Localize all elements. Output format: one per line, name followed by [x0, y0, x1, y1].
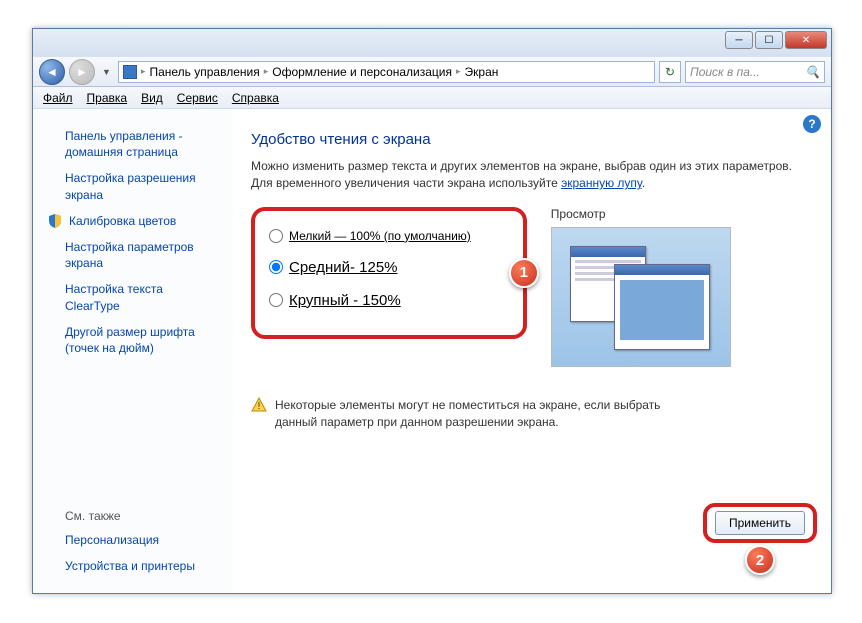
- menu-view[interactable]: Вид: [141, 91, 163, 105]
- menu-help[interactable]: Справка: [232, 91, 279, 105]
- menu-file[interactable]: Файл: [43, 91, 73, 105]
- radio-small-input[interactable]: [269, 229, 283, 243]
- breadcrumb-appearance[interactable]: Оформление и персонализация: [272, 65, 452, 79]
- address-bar: ◄ ► ▼ ▸ Панель управления ▸ Оформление и…: [33, 57, 831, 87]
- history-dropdown-icon[interactable]: ▼: [99, 67, 114, 77]
- sidebar-personalization[interactable]: Персонализация: [65, 532, 217, 548]
- sidebar-cleartype[interactable]: Настройка текста ClearType: [65, 281, 217, 313]
- sidebar-adjust[interactable]: Настройка параметров экрана: [65, 239, 217, 271]
- sidebar-fontsize[interactable]: Другой размер шрифта (точек на дюйм): [65, 324, 217, 356]
- sidebar-home[interactable]: Панель управления - домашняя страница: [65, 128, 217, 160]
- warning-row: ! Некоторые элементы могут не поместитьс…: [251, 397, 813, 431]
- sidebar-resolution[interactable]: Настройка разрешения экрана: [65, 170, 217, 202]
- sidebar-devices[interactable]: Устройства и принтеры: [65, 558, 217, 574]
- window: ─ ☐ ✕ ◄ ► ▼ ▸ Панель управления ▸ Оформл…: [32, 28, 832, 594]
- radio-medium-label: Средний- 125%: [289, 259, 398, 276]
- minimize-button[interactable]: ─: [725, 31, 753, 49]
- menu-edit[interactable]: Правка: [87, 91, 128, 105]
- radio-large-label: Крупный - 150%: [289, 292, 401, 309]
- breadcrumb-sep: ▸: [141, 66, 146, 77]
- callout-badge-2: 2: [745, 545, 775, 575]
- titlebar[interactable]: ─ ☐ ✕: [33, 29, 831, 57]
- preview-image: [551, 227, 731, 367]
- page-description: Можно изменить размер текста и других эл…: [251, 158, 813, 193]
- breadcrumb-sep: ▸: [456, 66, 461, 77]
- main-panel: ? Удобство чтения с экрана Можно изменит…: [233, 109, 831, 593]
- search-placeholder: Поиск в па...: [690, 65, 760, 79]
- control-panel-icon: [123, 65, 137, 79]
- content: Панель управления - домашняя страница На…: [33, 109, 831, 593]
- apply-callout: Применить 2: [703, 503, 817, 543]
- dpi-options-callout: Мелкий — 100% (по умолчанию) Средний- 12…: [251, 207, 527, 339]
- sidebar-seealso: См. также: [65, 509, 217, 523]
- preview-label: Просмотр: [551, 207, 731, 221]
- radio-medium[interactable]: Средний- 125%: [269, 259, 471, 276]
- sidebar-calibrate-label: Калибровка цветов: [69, 213, 176, 229]
- window-buttons: ─ ☐ ✕: [725, 31, 827, 49]
- close-button[interactable]: ✕: [785, 31, 827, 49]
- radio-small-label: Мелкий — 100% (по умолчанию): [289, 229, 471, 243]
- menubar: Файл Правка Вид Сервис Справка: [33, 87, 831, 109]
- desc-text: Можно изменить размер текста и других эл…: [251, 159, 792, 190]
- radio-medium-input[interactable]: [269, 260, 283, 274]
- radio-large-input[interactable]: [269, 293, 283, 307]
- radio-large[interactable]: Крупный - 150%: [269, 292, 471, 309]
- breadcrumb-display[interactable]: Экран: [465, 65, 499, 79]
- options-row: Мелкий — 100% (по умолчанию) Средний- 12…: [251, 207, 813, 367]
- search-icon: 🔍: [805, 65, 820, 79]
- breadcrumb-control-panel[interactable]: Панель управления: [149, 65, 259, 79]
- refresh-button[interactable]: ↻: [659, 61, 681, 83]
- callout-badge-1: 1: [509, 258, 539, 288]
- maximize-button[interactable]: ☐: [755, 31, 783, 49]
- sidebar-calibrate[interactable]: Калибровка цветов: [47, 213, 217, 229]
- apply-button[interactable]: Применить: [715, 511, 805, 535]
- forward-button[interactable]: ►: [69, 59, 95, 85]
- preview-section: Просмотр: [551, 207, 731, 367]
- help-icon[interactable]: ?: [803, 115, 821, 133]
- sidebar: Панель управления - домашняя страница На…: [33, 109, 233, 593]
- back-button[interactable]: ◄: [39, 59, 65, 85]
- page-title: Удобство чтения с экрана: [251, 131, 813, 148]
- shield-icon: [47, 213, 63, 229]
- menu-tools[interactable]: Сервис: [177, 91, 218, 105]
- svg-text:!: !: [258, 401, 261, 412]
- warning-text: Некоторые элементы могут не поместиться …: [275, 397, 695, 431]
- address-box[interactable]: ▸ Панель управления ▸ Оформление и персо…: [118, 61, 655, 83]
- radio-small[interactable]: Мелкий — 100% (по умолчанию): [269, 229, 471, 243]
- breadcrumb-sep: ▸: [264, 66, 269, 77]
- warning-icon: !: [251, 397, 267, 413]
- magnifier-link[interactable]: экранную лупу: [561, 176, 642, 190]
- search-input[interactable]: Поиск в па... 🔍: [685, 61, 825, 83]
